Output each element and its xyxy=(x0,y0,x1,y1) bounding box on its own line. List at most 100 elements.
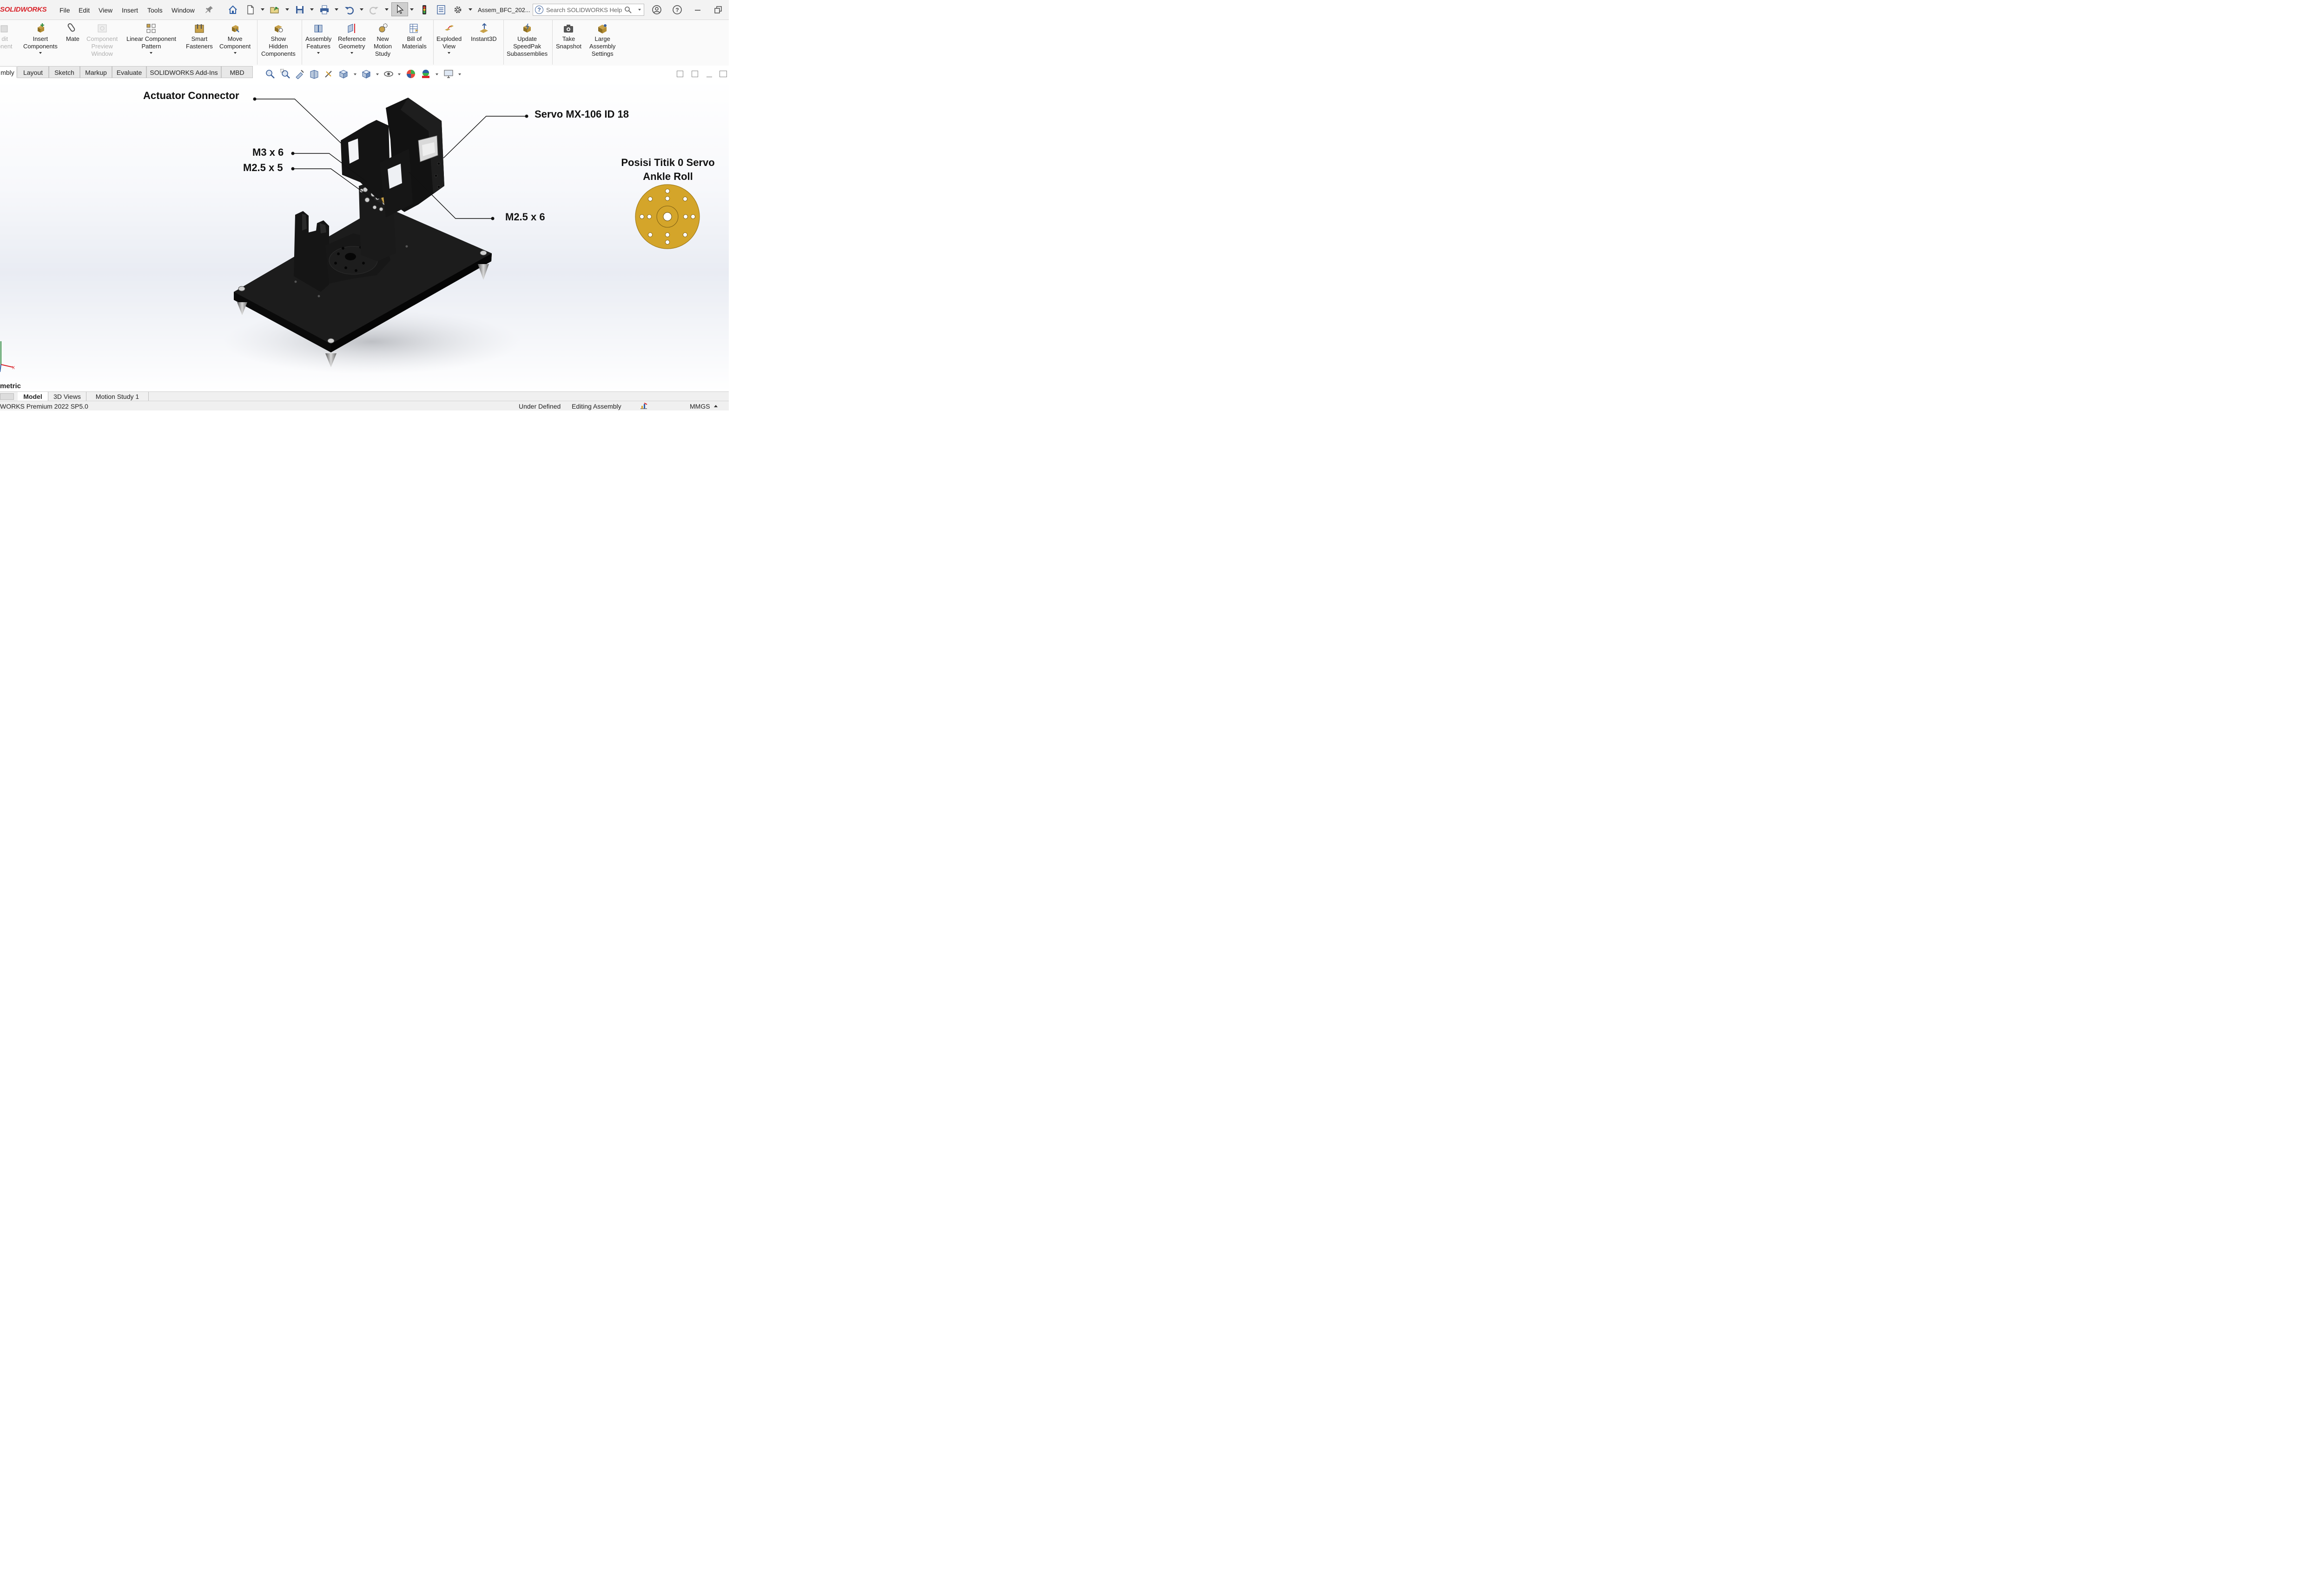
chevron-down-icon[interactable] xyxy=(398,73,401,75)
callout-actuator-connector: Actuator Connector xyxy=(143,90,239,101)
chevron-down-icon[interactable] xyxy=(150,52,153,54)
instant3d-label: Instant3D xyxy=(471,35,497,42)
mate-button[interactable]: Mate xyxy=(66,23,79,43)
chevron-down-icon[interactable] xyxy=(360,8,363,11)
display-style-icon[interactable] xyxy=(361,69,371,79)
assembly-features-button[interactable]: Assembly Features xyxy=(305,23,331,54)
large-assembly-icon xyxy=(598,24,607,33)
chevron-down-icon[interactable] xyxy=(385,8,389,11)
graphics-area[interactable]: X Actuator Connector Servo MX-106 ID 18 … xyxy=(0,79,729,391)
menu-edit[interactable]: Edit xyxy=(79,7,90,14)
rebuild-icon[interactable] xyxy=(418,4,430,16)
previous-view-icon[interactable] xyxy=(295,69,305,79)
home-icon[interactable] xyxy=(227,4,239,16)
zero-position-horn xyxy=(635,184,700,249)
assembly-model[interactable]: X xyxy=(0,79,729,391)
chevron-down-icon[interactable] xyxy=(469,8,472,11)
update-speedpak-button[interactable]: Update SpeedPak Subassemblies xyxy=(507,23,548,58)
chevron-down-icon[interactable] xyxy=(448,52,451,54)
print-icon[interactable] xyxy=(318,4,330,16)
open-document-icon[interactable] xyxy=(269,4,281,16)
gear-icon[interactable] xyxy=(452,4,464,16)
solidworks-logo: SOLIDWORKS xyxy=(0,6,47,13)
instant3d-button[interactable]: Instant3D xyxy=(471,23,497,43)
update-speedpak-label: Update SpeedPak Subassemblies xyxy=(507,35,548,57)
show-hidden-button[interactable]: Show Hidden Components xyxy=(261,23,296,58)
exploded-view-button[interactable]: Exploded View xyxy=(436,23,462,54)
pin-icon[interactable] xyxy=(203,4,215,16)
linear-pattern-button[interactable]: Linear Component Pattern xyxy=(126,23,176,54)
menu-view[interactable]: View xyxy=(99,7,112,14)
bill-of-materials-button[interactable]: Bill of Materials xyxy=(402,23,427,50)
tab-model[interactable]: Model xyxy=(18,392,48,401)
panel-right-icon[interactable] xyxy=(692,71,698,77)
save-icon[interactable] xyxy=(294,4,306,16)
chevron-down-icon[interactable] xyxy=(285,8,289,11)
chevron-down-icon[interactable] xyxy=(261,8,264,11)
user-account-icon[interactable] xyxy=(651,4,663,16)
menu-window[interactable]: Window xyxy=(172,7,195,14)
search-help-field[interactable]: ? Search SOLIDWORKS Help xyxy=(533,4,644,16)
reference-geometry-button[interactable]: Reference Geometry xyxy=(338,23,366,54)
svg-text:?: ? xyxy=(675,7,679,13)
chevron-down-icon[interactable] xyxy=(39,52,42,54)
chevron-down-icon[interactable] xyxy=(436,73,438,75)
tab-assembly[interactable]: mbly xyxy=(0,66,17,78)
tab-mbd[interactable]: MBD xyxy=(221,66,253,78)
edit-component-button[interactable]: dit onent xyxy=(0,23,13,50)
view-settings-icon[interactable] xyxy=(443,69,454,79)
chevron-down-icon[interactable] xyxy=(638,9,641,11)
smart-fasteners-button[interactable]: Smart Fasteners xyxy=(186,23,213,50)
chevron-down-icon[interactable] xyxy=(233,52,237,54)
tab-motion-study[interactable]: Motion Study 1 xyxy=(86,392,149,401)
edit-appearance-icon[interactable] xyxy=(406,69,416,79)
chevron-down-icon[interactable] xyxy=(335,8,338,11)
tab-markup[interactable]: Markup xyxy=(80,66,112,78)
tab-sketch[interactable]: Sketch xyxy=(49,66,80,78)
rebuild-status-icon[interactable] xyxy=(640,402,648,410)
view-orientation-icon[interactable] xyxy=(338,69,349,79)
panel-left-icon[interactable] xyxy=(677,71,683,77)
menu-insert[interactable]: Insert xyxy=(122,7,138,14)
new-document-icon[interactable] xyxy=(244,4,257,16)
take-snapshot-button[interactable]: Take Snapshot xyxy=(556,23,581,50)
insert-components-button[interactable]: Insert Components xyxy=(23,23,58,54)
menu-tools[interactable]: Tools xyxy=(147,7,163,14)
tab-3d-views[interactable]: 3D Views xyxy=(48,392,86,401)
chevron-down-icon[interactable] xyxy=(310,8,314,11)
chevron-down-icon[interactable] xyxy=(458,73,461,75)
large-assembly-settings-button[interactable]: Large Assembly Settings xyxy=(589,23,615,58)
tab-addins[interactable]: SOLIDWORKS Add-Ins xyxy=(146,66,221,78)
restore-window-icon[interactable] xyxy=(712,4,724,16)
chevron-down-icon[interactable] xyxy=(410,8,414,11)
snapshot-icon xyxy=(564,25,574,33)
dynamic-annotation-icon[interactable] xyxy=(324,69,334,79)
help-icon[interactable]: ? xyxy=(671,4,683,16)
tab-scroll-arrows-icon[interactable] xyxy=(0,393,14,400)
new-motion-study-button[interactable]: New Motion Study xyxy=(374,23,392,58)
hide-show-items-icon[interactable] xyxy=(383,69,394,79)
file-properties-icon[interactable] xyxy=(435,4,447,16)
component-preview-button[interactable]: Component Preview Window xyxy=(86,23,118,58)
zoom-to-fit-icon[interactable] xyxy=(265,69,275,79)
menu-file[interactable]: File xyxy=(59,7,70,14)
units-label[interactable]: MMGS xyxy=(690,403,710,410)
redo-icon[interactable] xyxy=(368,4,380,16)
section-view-icon[interactable] xyxy=(309,69,319,79)
tab-evaluate[interactable]: Evaluate xyxy=(112,66,146,78)
restore-viewport-icon[interactable] xyxy=(720,71,727,77)
chevron-down-icon[interactable] xyxy=(317,52,320,54)
chevron-down-icon[interactable] xyxy=(354,73,357,75)
move-component-button[interactable]: Move Component xyxy=(219,23,251,54)
chevron-up-icon[interactable] xyxy=(714,405,718,407)
zoom-to-area-icon[interactable] xyxy=(280,69,290,79)
apply-scene-icon[interactable] xyxy=(421,69,431,79)
minimize-window-icon[interactable] xyxy=(692,4,704,16)
chevron-down-icon[interactable] xyxy=(350,52,353,54)
view-orientation-label: metric xyxy=(0,382,21,390)
tab-layout[interactable]: Layout xyxy=(17,66,49,78)
select-pointer-icon[interactable] xyxy=(391,2,408,16)
undo-icon[interactable] xyxy=(343,4,355,16)
chevron-down-icon[interactable] xyxy=(376,73,379,75)
search-icon[interactable] xyxy=(624,6,632,13)
